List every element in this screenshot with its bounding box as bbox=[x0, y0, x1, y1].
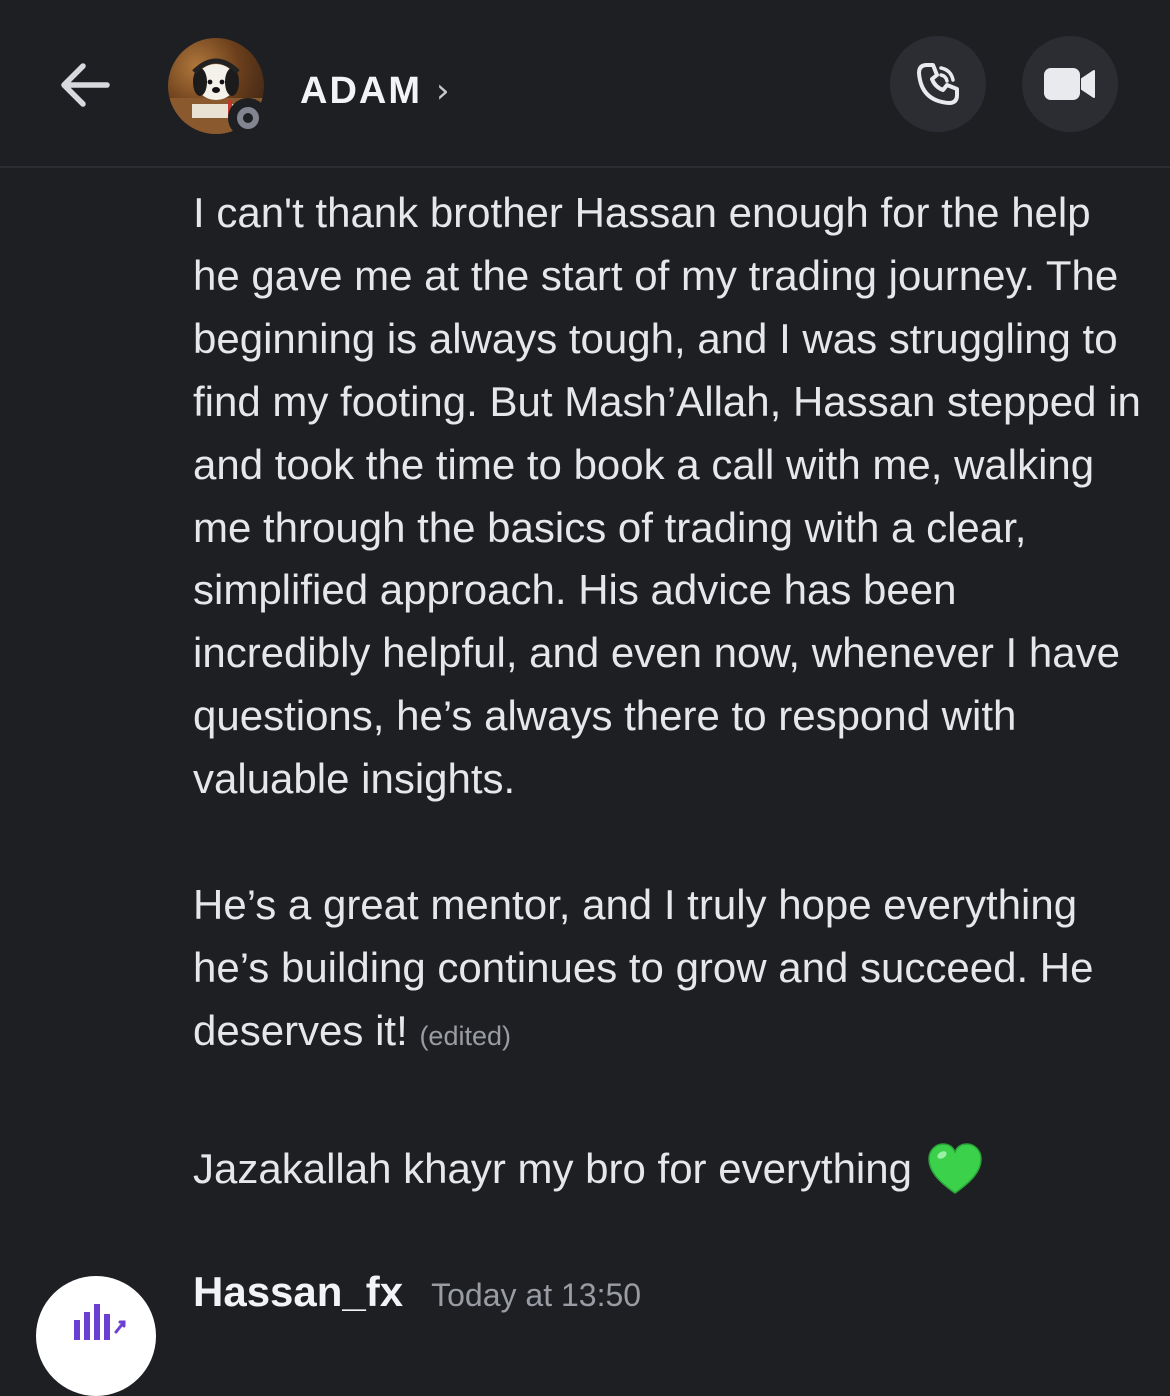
video-call-button[interactable] bbox=[1022, 36, 1118, 132]
message-author-row: Hassan_fx Today at 13:50 bbox=[193, 1268, 641, 1328]
video-camera-icon bbox=[1044, 68, 1095, 100]
status-indicator bbox=[228, 98, 268, 138]
message-text: I can't thank brother Hassan enough for … bbox=[193, 182, 1143, 1068]
author-avatar[interactable] bbox=[36, 1276, 156, 1396]
message-paragraph-1: I can't thank brother Hassan enough for … bbox=[193, 189, 1153, 803]
message-timestamp: Today at 13:50 bbox=[431, 1277, 642, 1313]
phone-icon bbox=[917, 63, 959, 105]
message-paragraph-2: He’s a great mentor, and I truly hope ev… bbox=[193, 880, 1106, 1054]
contact-name-button[interactable]: ADAM › bbox=[300, 66, 450, 116]
contact-avatar[interactable] bbox=[168, 38, 268, 138]
chart-logo-icon bbox=[74, 1304, 126, 1340]
contact-name: ADAM bbox=[300, 69, 422, 112]
green-heart-icon bbox=[928, 1143, 982, 1194]
message-thanks: Jazakallah khayr my bro for everything bbox=[193, 1145, 912, 1192]
arrow-left-icon bbox=[61, 63, 110, 107]
back-button[interactable] bbox=[50, 50, 120, 120]
author-name[interactable]: Hassan_fx bbox=[193, 1268, 403, 1316]
edited-label: (edited) bbox=[419, 1020, 511, 1051]
chat-header: ADAM › bbox=[0, 0, 1170, 168]
chevron-right-icon: › bbox=[435, 71, 450, 111]
message-text: Jazakallah khayr my bro for everything bbox=[193, 1138, 1153, 1200]
voice-call-button[interactable] bbox=[890, 36, 986, 132]
